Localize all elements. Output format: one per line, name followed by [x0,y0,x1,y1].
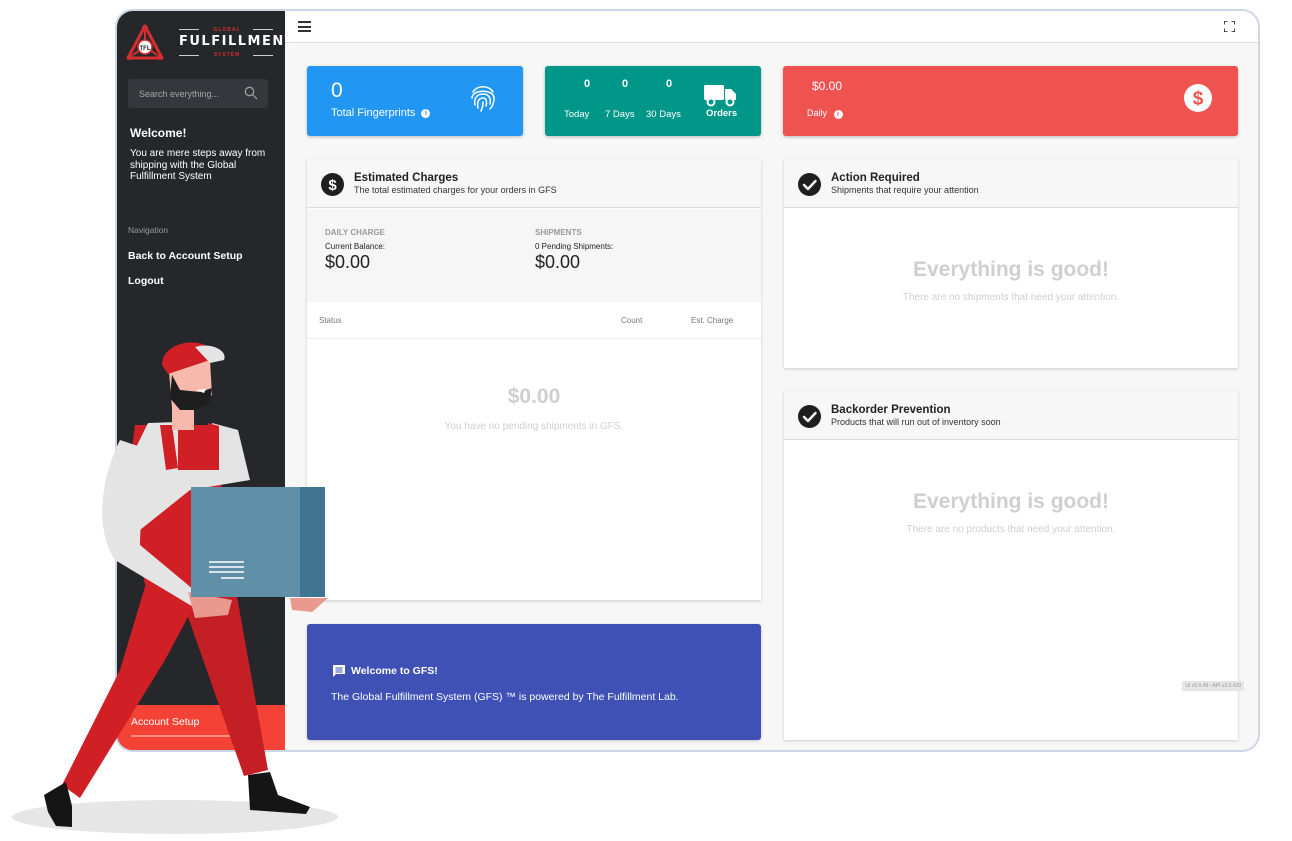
column-header-est-charge[interactable]: Est. Charge [691,316,733,325]
fingerprints-label: Total Fingerprints i [331,107,431,119]
fullscreen-icon[interactable] [1224,21,1235,32]
fingerprints-stat-card[interactable]: 0 Total Fingerprints i [307,66,523,136]
estimated-charges-panel: $ Estimated Charges The total estimated … [307,159,761,600]
version-label: UI v2.0.48 - API v2.0.439 [1182,681,1244,691]
fingerprints-count: 0 [331,79,343,102]
estimated-charges-subtitle: The total estimated charges for your ord… [354,185,557,195]
daily-charge-heading: DAILY CHARGE [325,228,386,237]
nav-item-back-to-account-setup[interactable]: Back to Account Setup [128,250,243,262]
shipments-heading: SHIPMENTS [535,228,582,237]
check-circle-icon [798,173,821,196]
front-leg [62,570,205,798]
search-input[interactable] [128,79,238,108]
orders-30days-label: 30 Days [646,109,681,120]
backorder-prevention-subtitle: Products that will run out of inventory … [831,417,1001,427]
action-required-empty-text: There are no shipments that need your at… [902,292,1120,303]
daily-charge-value: $0.00 [812,79,843,93]
action-required-title: Action Required [831,172,920,184]
charges-table-header: Status Count Est. Charge [307,302,761,339]
orders-7days-label: 7 Days [605,109,635,120]
svg-text:TFL: TFL [140,46,151,52]
orders-30days-count: 0 [665,78,673,90]
backorder-prevention-title: Backorder Prevention [831,404,951,416]
welcome-text: You are mere steps away from shipping wi… [130,148,266,182]
action-required-empty-title: Everything is good! [912,258,1109,281]
top-bar [285,11,1258,43]
orders-today-label: Today [564,109,590,120]
welcome-title: Welcome! [130,126,187,140]
empty-charge-text: You have no pending shipments in GFS. [444,421,624,432]
search-box [128,79,268,108]
charges-summary: DAILY CHARGE Current Balance: $0.00 SHIP… [307,209,761,302]
fingerprints-label-text: Total Fingerprints [331,107,416,119]
welcome-card-text: The Global Fulfillment System (GFS) ™ is… [331,691,679,703]
pending-shipments-label: 0 Pending Shipments: [535,242,614,251]
orders-label: Orders [706,108,738,119]
check-circle-icon [798,405,821,428]
info-icon[interactable]: i [421,109,431,118]
daily-label: Daily i [807,108,843,119]
back-shoe [248,772,310,814]
box-front [191,487,301,597]
current-balance-value: $0.00 [325,252,371,272]
logo-text-global: GLOBAL [213,27,241,33]
search-icon[interactable] [244,86,258,100]
empty-charge-value: $0.00 [507,385,561,408]
nav-item-logout[interactable]: Logout [128,275,164,287]
logo[interactable]: TFL GLOBAL FULFILLMENT SYSTEM [125,23,296,63]
action-required-subtitle: Shipments that require your attention [831,185,979,195]
daily-charge-stat-card[interactable]: $0.00 Daily i $ [783,66,1238,136]
orders-today-count: 0 [583,78,591,90]
welcome-card: Welcome to GFS! The Global Fulfillment S… [307,624,761,740]
logo-text-system: SYSTEM [213,52,241,58]
fingerprint-icon [471,86,495,112]
orders-stat-card[interactable]: 0 Today 0 7 Days 0 30 Days Orders [545,66,761,136]
welcome-card-title: Welcome to GFS! [351,665,438,677]
nav-section-label: Navigation [128,225,169,235]
backorder-prevention-header: Backorder Prevention Products that will … [784,391,1238,440]
tfl-logo-icon: TFL [126,24,164,60]
info-icon[interactable]: i [833,110,843,119]
orders-7days-count: 0 [621,78,629,90]
box-side [300,487,325,597]
daily-label-text: Daily [807,108,828,118]
hand [290,598,328,612]
column-header-status[interactable]: Status [319,316,342,325]
delivery-truck-icon [704,85,736,107]
logo-text-main: FULFILLMENT [179,34,296,49]
hamburger-menu-icon[interactable] [298,21,311,32]
delivery-man-illustration [12,342,338,834]
backorder-empty-text: There are no products that need your att… [906,524,1116,535]
svg-text:$: $ [1193,89,1204,110]
svg-text:$: $ [328,177,337,194]
dollar-circle-icon: $ [321,173,344,196]
action-required-header: Action Required Shipments that require y… [784,159,1238,208]
action-required-panel: Action Required Shipments that require y… [784,159,1238,368]
current-balance-label: Current Balance: [325,242,386,251]
estimated-charges-title: Estimated Charges [354,172,459,184]
column-header-count[interactable]: Count [621,316,642,325]
backorder-prevention-panel: Backorder Prevention Products that will … [784,391,1238,740]
pending-shipments-value: $0.00 [535,252,581,272]
estimated-charges-header: $ Estimated Charges The total estimated … [307,159,761,208]
backorder-empty-title: Everything is good! [912,490,1109,513]
dollar-circle-icon: $ [1184,84,1212,112]
